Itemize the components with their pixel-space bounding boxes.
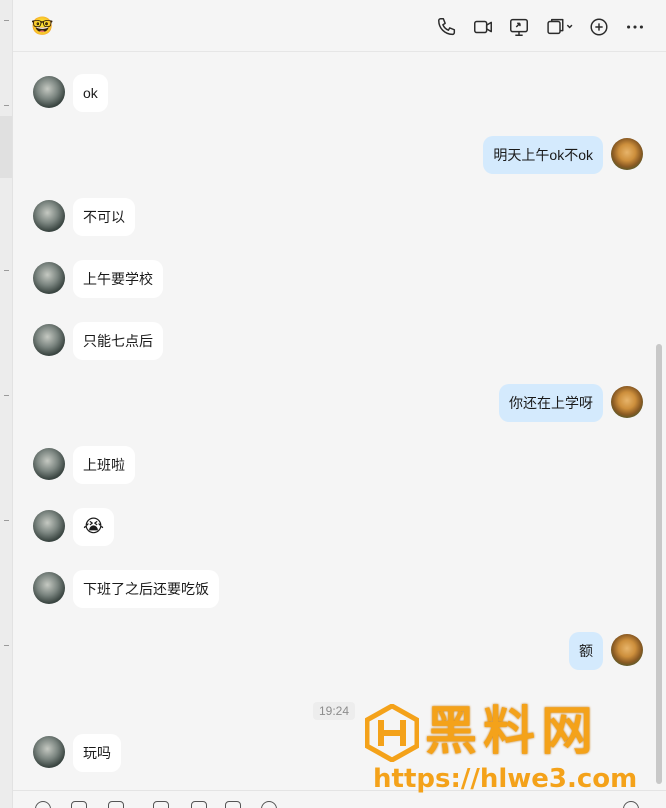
message-bubble[interactable]: 玩吗 <box>73 734 121 772</box>
phone-icon[interactable] <box>436 16 458 38</box>
video-call-icon[interactable] <box>472 16 494 38</box>
image-icon[interactable] <box>225 801 241 808</box>
my-avatar[interactable] <box>611 634 643 666</box>
contact-avatar[interactable] <box>33 572 65 604</box>
left-sidebar-edge <box>0 0 13 808</box>
screen-share-icon[interactable] <box>508 16 530 38</box>
contact-avatar[interactable] <box>33 324 65 356</box>
help-icon[interactable] <box>623 801 639 808</box>
emoji-icon[interactable] <box>35 801 51 808</box>
message-row: 只能七点后 <box>13 322 666 362</box>
sidebar-tick <box>4 105 9 106</box>
window-options-icon[interactable] <box>544 16 576 38</box>
watermark-logo <box>365 704 419 762</box>
contact-avatar[interactable] <box>33 448 65 480</box>
message-bubble[interactable]: 上午要学校 <box>73 260 163 298</box>
folder-icon[interactable] <box>108 801 124 808</box>
message-row: 额 <box>13 632 666 672</box>
watermark-overlay: 黑料网 https://hlwe3.com <box>365 700 665 800</box>
sidebar-tick <box>4 270 9 271</box>
message-bubble[interactable]: ok <box>73 74 108 112</box>
contact-name-emoji[interactable]: 🤓 <box>31 16 53 38</box>
message-bubble[interactable]: 额 <box>569 632 603 670</box>
sidebar-tick <box>4 520 9 521</box>
message-bubble[interactable]: 上班啦 <box>73 446 135 484</box>
contact-avatar[interactable] <box>33 736 65 768</box>
message-row: 你还在上学呀 <box>13 384 666 424</box>
message-row: 不可以 <box>13 198 666 238</box>
message-bubble[interactable]: 你还在上学呀 <box>499 384 603 422</box>
message-bubble[interactable]: 不可以 <box>73 198 135 236</box>
add-icon[interactable] <box>588 16 610 38</box>
message-bubble[interactable]: 明天上午ok不ok <box>483 136 603 174</box>
contact-avatar[interactable] <box>33 200 65 232</box>
message-row: 上班啦 <box>13 446 666 486</box>
message-row: 明天上午ok不ok <box>13 136 666 176</box>
message-row: ok <box>13 74 666 114</box>
message-row: 上午要学校 <box>13 260 666 300</box>
phone-small-icon[interactable] <box>191 801 207 808</box>
sidebar-tick <box>4 395 9 396</box>
watermark-title: 黑料网 <box>425 702 600 762</box>
active-conversation-marker <box>0 116 12 178</box>
contact-avatar[interactable] <box>33 510 65 542</box>
message-bubble[interactable]: 下班了之后还要吃饭 <box>73 570 219 608</box>
chat-header: 🤓 <box>13 0 666 52</box>
sidebar-tick <box>4 20 9 21</box>
chat-history-icon[interactable] <box>153 801 169 808</box>
message-row: 😭 <box>13 508 666 548</box>
my-avatar[interactable] <box>611 386 643 418</box>
message-list[interactable]: ok 明天上午ok不ok 不可以 上午要学校 只能七点后 你还在上学呀 上班啦 … <box>13 52 666 808</box>
scissors-icon[interactable] <box>71 801 87 808</box>
sidebar-tick <box>4 645 9 646</box>
message-row: 下班了之后还要吃饭 <box>13 570 666 610</box>
more-icon[interactable] <box>624 16 646 38</box>
message-bubble[interactable]: 只能七点后 <box>73 322 163 360</box>
contact-avatar[interactable] <box>33 262 65 294</box>
my-avatar[interactable] <box>611 138 643 170</box>
message-bubble[interactable]: 😭 <box>73 508 115 546</box>
timestamp: 19:24 <box>313 702 356 720</box>
watermark-url: https://hlwe3.com <box>373 764 638 794</box>
mic-icon[interactable] <box>261 801 277 808</box>
contact-avatar[interactable] <box>33 76 65 108</box>
